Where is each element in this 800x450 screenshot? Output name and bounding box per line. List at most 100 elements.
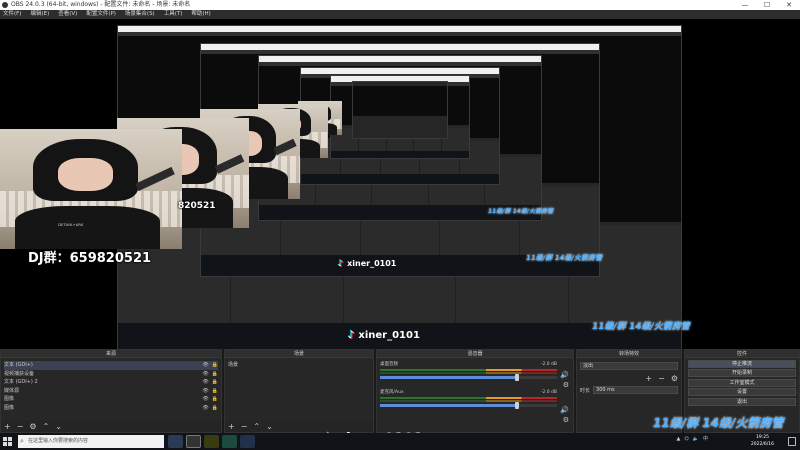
- add-icon[interactable]: +: [228, 422, 235, 431]
- remove-icon[interactable]: −: [241, 422, 248, 431]
- speaker-icon[interactable]: 🔊: [560, 406, 569, 414]
- move-up-icon[interactable]: ⌃: [43, 422, 50, 431]
- sources-title: 来源: [1, 350, 221, 358]
- channel-db: -2.0 dB: [540, 390, 557, 395]
- scenes-title: 场景: [225, 350, 373, 358]
- preview-canvas[interactable]: DETAYA+ARK 820521 DJ群：659820521 ♪ xiner_…: [0, 19, 800, 349]
- start-recording-button[interactable]: 开始录制: [688, 369, 796, 377]
- source-item[interactable]: 视频捕获设备 👁 🔒: [4, 370, 218, 379]
- minimize-icon[interactable]: —: [734, 0, 756, 10]
- taskbar-app-icon[interactable]: [240, 435, 255, 448]
- notification-icon[interactable]: [788, 437, 796, 446]
- move-up-icon[interactable]: ⌃: [253, 422, 260, 431]
- gear-icon[interactable]: ⚙: [563, 381, 569, 389]
- menu-help[interactable]: 帮助(H): [191, 10, 210, 19]
- microphone: [134, 166, 175, 191]
- mixer-channels: 桌面音频 -2.0 dB 🔊 ⚙ 麦克风/Aux -2.0 dB 🔊 ⚙: [377, 359, 573, 432]
- menu-tools[interactable]: 工具(T): [164, 10, 183, 19]
- menu-file[interactable]: 文件(F): [3, 10, 21, 19]
- controls-title: 控件: [685, 350, 799, 358]
- network-icon[interactable]: ⌬: [684, 436, 688, 442]
- lock-icon: 🔒: [211, 387, 218, 394]
- start-icon[interactable]: [3, 437, 12, 446]
- tiktok-id-label: xiner_0101: [347, 259, 397, 268]
- tray-icon[interactable]: ▲: [677, 436, 681, 442]
- duration-label: 时长: [580, 387, 591, 394]
- source-item[interactable]: 文本 (GDI+) 2 👁 🔒: [4, 378, 218, 387]
- taskbar-search-input[interactable]: ⌕ 在这里输入你要搜索的内容: [18, 435, 164, 448]
- window-controls: — ☐ ✕: [734, 0, 800, 10]
- gear-icon[interactable]: ⚙: [29, 422, 36, 431]
- gear-icon[interactable]: ⚙: [563, 416, 569, 424]
- system-tray: ▲ ⌬ 🔈 中: [677, 435, 708, 443]
- tiktok-icon: ♪: [338, 259, 344, 268]
- settings-button[interactable]: 设置: [688, 388, 796, 396]
- obs-taskbar-icon[interactable]: [186, 435, 201, 448]
- taskbar-apps: [168, 435, 255, 448]
- eye-icon: 👁: [202, 396, 209, 402]
- lock-icon: 🔒: [211, 370, 218, 377]
- obs-app-icon: [2, 2, 8, 8]
- exit-button[interactable]: 退出: [688, 397, 796, 406]
- source-item[interactable]: 图像 👁 🔒: [4, 404, 218, 413]
- transition-select[interactable]: 淡出: [580, 362, 678, 370]
- taskbar-clock[interactable]: 19:25 2022/6/16: [751, 434, 774, 448]
- fan-group-text-large: 11级/群 14级/火箭房管: [653, 416, 784, 430]
- menu-profile[interactable]: 配置文件(P): [86, 10, 116, 19]
- volume-icon[interactable]: 🔈: [693, 436, 699, 442]
- add-icon[interactable]: +: [645, 374, 652, 383]
- source-item[interactable]: 媒体源 👁 🔒: [4, 387, 218, 396]
- menu-edit[interactable]: 编辑(E): [30, 10, 49, 19]
- move-down-icon[interactable]: ⌄: [55, 422, 62, 431]
- dj-group-text: DJ群：659820521: [28, 251, 152, 266]
- mixer-channel: 麦克风/Aux -2.0 dB 🔊 ⚙: [380, 389, 569, 424]
- level-meter: [380, 397, 557, 399]
- level-meter: [380, 400, 557, 402]
- source-item[interactable]: 图像 👁 🔒: [4, 395, 218, 404]
- lock-icon: 🔒: [211, 379, 218, 385]
- channel-db: -2.0 dB: [540, 362, 557, 367]
- partial-group-id: 820521: [178, 201, 216, 211]
- menu-scene-collection[interactable]: 场景集合(S): [125, 10, 155, 19]
- ime-icon[interactable]: 中: [703, 435, 708, 442]
- webcam-feed: DETAYA+ARK: [0, 129, 182, 249]
- remove-icon[interactable]: −: [17, 422, 24, 431]
- sources-list: 文本 (GDI+) 👁 🔒 视频捕获设备 👁 🔒 文本 (GDI+) 2 👁 🔒 媒体源 👁 🔒…: [1, 359, 221, 421]
- level-meter: [380, 372, 557, 374]
- taskbar-app-icon[interactable]: [168, 435, 183, 448]
- remove-icon[interactable]: −: [658, 374, 665, 383]
- windows-taskbar: ⌕ 在这里输入你要搜索的内容 ▲ ⌬ 🔈 中 19:25 2022/6/16: [0, 433, 800, 450]
- maximize-icon[interactable]: ☐: [756, 0, 778, 10]
- eye-icon: 👁: [202, 370, 209, 377]
- close-icon[interactable]: ✕: [778, 0, 800, 10]
- menu-view[interactable]: 查看(V): [58, 10, 77, 19]
- title-bar: OBS 24.0.3 (64-bit, windows) - 配置文件: 未命名…: [0, 0, 800, 10]
- studio-mode-button[interactable]: 工作室模式: [688, 378, 796, 387]
- search-icon: ⌕: [20, 437, 24, 445]
- scene-item[interactable]: 场景: [228, 361, 370, 370]
- fan-group-text-tiny: 11级/群 14级/火箭房管: [488, 208, 554, 215]
- taskbar-app-icon[interactable]: [204, 435, 219, 448]
- duration-field[interactable]: 300 ms: [593, 386, 678, 394]
- speaker-icon[interactable]: 🔊: [560, 371, 569, 379]
- volume-slider[interactable]: [380, 402, 557, 409]
- nested-obs-window-6: [352, 81, 448, 139]
- tiktok-id-small: ♪ xiner_0101: [338, 259, 396, 268]
- gear-icon[interactable]: ⚙: [671, 374, 678, 383]
- eye-icon: 👁: [202, 387, 209, 394]
- scenes-list: 场景: [225, 359, 373, 421]
- taskbar-app-icon[interactable]: [222, 435, 237, 448]
- tiktok-id-medium: ♪ xiner_0101: [348, 330, 420, 341]
- sources-toolbar: + − ⚙ ⌃ ⌄: [1, 421, 221, 432]
- eye-icon: 👁: [202, 362, 209, 368]
- stop-streaming-button[interactable]: 停止推流: [688, 359, 796, 368]
- eye-icon: 👁: [202, 404, 209, 411]
- scenes-panel: 场景 场景 + − ⌃ ⌄: [224, 349, 374, 433]
- lock-icon: 🔒: [211, 404, 218, 411]
- mixer-title: 混音器: [377, 350, 573, 358]
- source-item[interactable]: 文本 (GDI+) 👁 🔒: [4, 361, 218, 370]
- move-down-icon[interactable]: ⌄: [266, 422, 273, 431]
- shirt-print: DETAYA+ARK: [58, 223, 84, 228]
- volume-slider[interactable]: [380, 374, 557, 381]
- add-icon[interactable]: +: [4, 422, 11, 431]
